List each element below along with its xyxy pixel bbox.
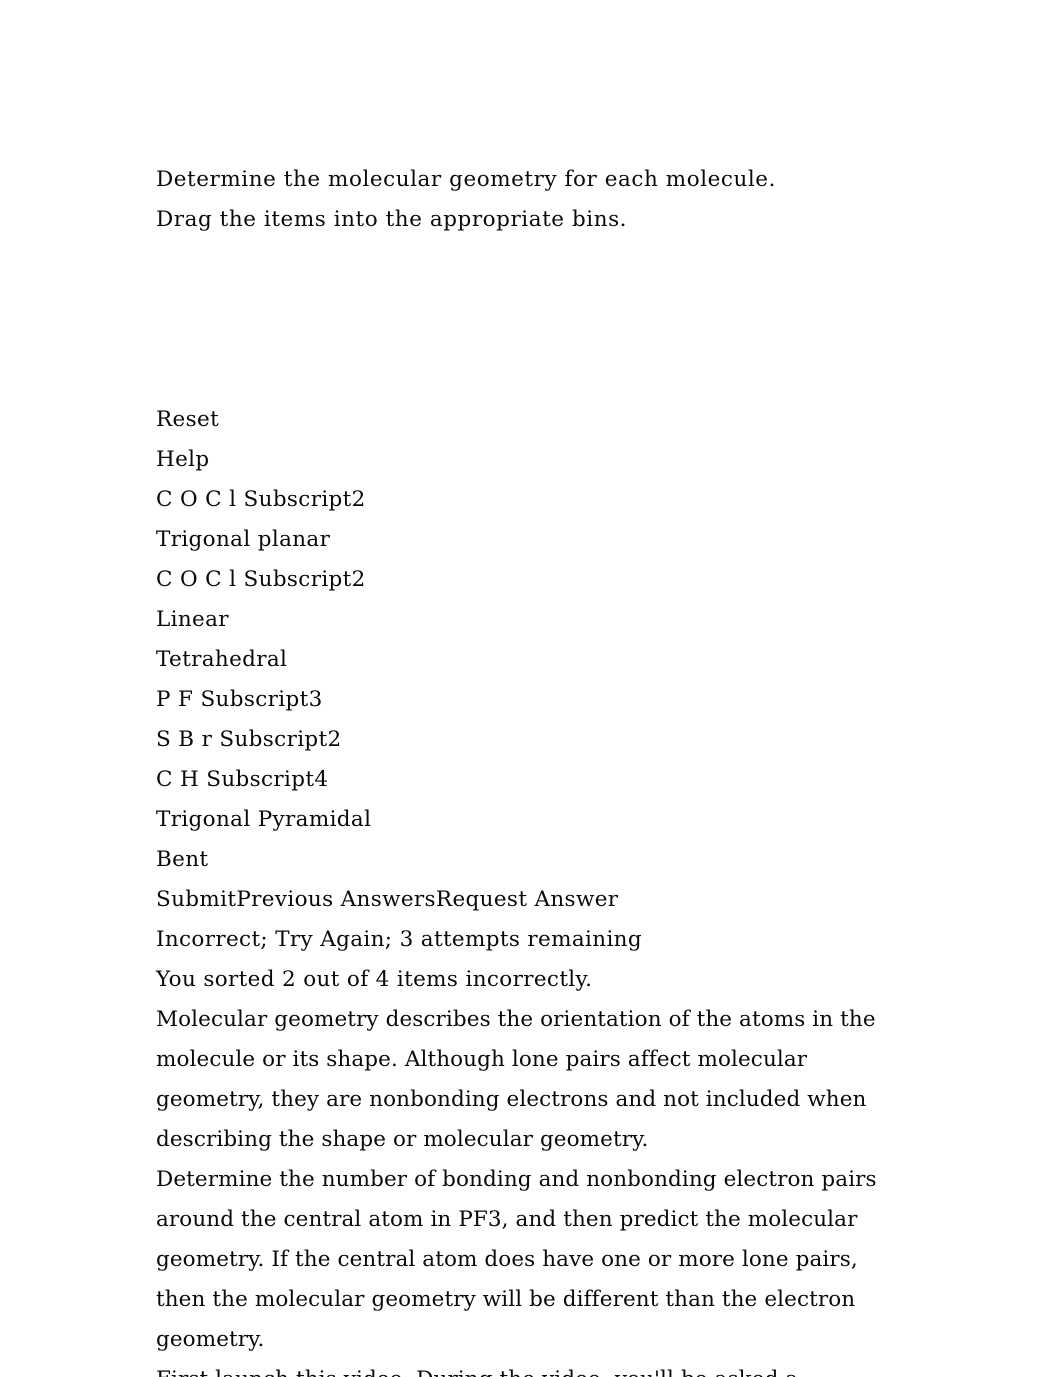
document-page: Determine the molecular geometry for eac… <box>0 0 1062 1377</box>
question-prompt: Determine the molecular geometry for eac… <box>156 160 901 240</box>
action-buttons-row[interactable]: SubmitPrevious AnswersRequest Answer <box>156 880 901 920</box>
explanation-paragraph-3: First launch this video. During the vide… <box>156 1360 898 1377</box>
reset-button[interactable]: Reset <box>156 400 901 440</box>
prompt-line-2: Drag the items into the appropriate bins… <box>156 207 628 232</box>
bin-label-linear[interactable]: Linear <box>156 600 901 640</box>
feedback-detail: You sorted 2 out of 4 items incorrectly. <box>156 967 593 992</box>
draggable-item-ch4[interactable]: C H Subscript4 <box>156 760 901 800</box>
bin-label-bent[interactable]: Bent <box>156 840 901 880</box>
draggable-item-pf3[interactable]: P F Subscript3 <box>156 680 901 720</box>
bin-label-trigonal-pyramidal[interactable]: Trigonal Pyramidal <box>156 800 901 840</box>
draggable-item-sbr2[interactable]: S B r Subscript2 <box>156 720 901 760</box>
bin-label-tetrahedral[interactable]: Tetrahedral <box>156 640 901 680</box>
draggable-item-cocl2-b[interactable]: C O C l Subscript2 <box>156 560 901 600</box>
explanation-block: Molecular geometry describes the orienta… <box>156 1000 901 1377</box>
prompt-line-1: Determine the molecular geometry for eac… <box>156 167 776 192</box>
bin-label-trigonal-planar[interactable]: Trigonal planar <box>156 520 901 560</box>
drag-drop-widget-area[interactable] <box>156 240 901 400</box>
document-content: Determine the molecular geometry for eac… <box>156 160 901 1377</box>
explanation-paragraph-2: Determine the number of bonding and nonb… <box>156 1167 877 1352</box>
explanation-paragraph-1: Molecular geometry describes the orienta… <box>156 1007 876 1152</box>
help-button[interactable]: Help <box>156 440 901 480</box>
feedback-status: Incorrect; Try Again; 3 attempts remaini… <box>156 927 642 952</box>
draggable-item-cocl2-a[interactable]: C O C l Subscript2 <box>156 480 901 520</box>
sorting-activity-list: Reset Help C O C l Subscript2 Trigonal p… <box>156 400 901 1000</box>
